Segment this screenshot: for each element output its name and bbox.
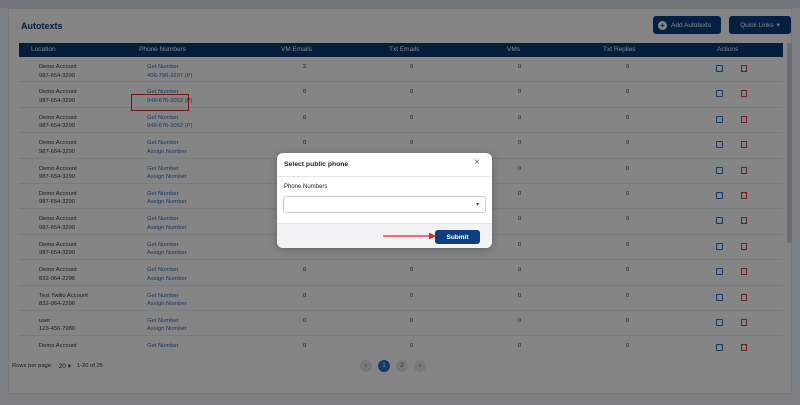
phone-numbers-label: Phone Numbers — [284, 184, 328, 190]
modal-divider — [277, 176, 492, 177]
annotation-arrow — [383, 232, 436, 240]
close-icon[interactable]: × — [474, 158, 480, 168]
modal-title: Select public phone — [284, 161, 349, 168]
phone-numbers-select[interactable]: ▾ — [283, 196, 486, 213]
submit-button[interactable]: Submit — [435, 230, 480, 244]
chevron-down-icon: ▾ — [475, 202, 479, 208]
